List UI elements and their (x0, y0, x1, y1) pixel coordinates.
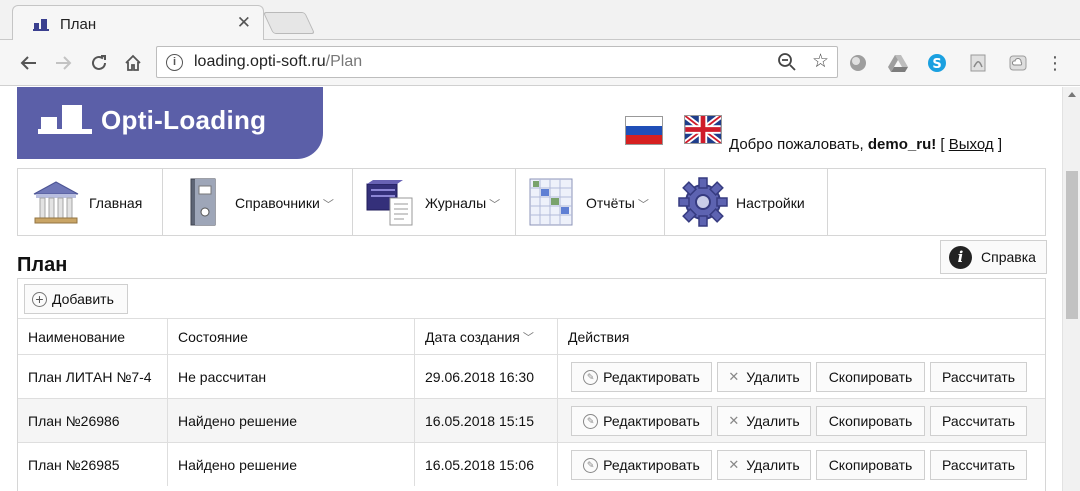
pencil-circle-icon: ✎ (583, 457, 599, 473)
help-button[interactable]: i Справка (940, 240, 1047, 274)
sort-chevron-down-icon: ﹀ (522, 331, 534, 344)
chevron-down-icon: ﹀ (322, 199, 334, 211)
browser-toolbar: i loading.opti-soft.ru/Plan ☆ S ⋮ (0, 40, 1080, 86)
scrollbar-thumb[interactable] (1066, 171, 1078, 319)
column-header-created[interactable]: Дата создания ﹀ (415, 319, 558, 354)
bank-icon (33, 181, 79, 224)
forward-arrow-icon[interactable] (50, 50, 76, 76)
svg-text:S: S (932, 57, 941, 72)
copy-button[interactable]: Скопировать (816, 362, 925, 392)
browser-menu-icon[interactable]: ⋮ (1042, 50, 1068, 76)
welcome-text: Добро пожаловать, demo_ru! [ Выход ] (729, 136, 1002, 153)
main-nav: Главная Справочники ﹀ Журналы ﹀ Отчёты ﹀… (17, 168, 1046, 236)
delete-button[interactable]: ✕ Удалить (717, 406, 811, 436)
plan-name: План ЛИТАН №7-4 (18, 355, 168, 398)
tab-title: План (60, 16, 97, 33)
zoom-icon[interactable] (777, 52, 797, 72)
site-info-icon[interactable]: i (166, 54, 183, 71)
new-tab-button[interactable] (262, 12, 316, 34)
binder-icon (190, 178, 216, 226)
close-icon: ✕ (728, 457, 740, 472)
site-logo[interactable]: Opti-Loading (17, 87, 323, 159)
pencil-circle-icon: ✎ (583, 413, 599, 429)
plan-status: Найдено решение (168, 443, 415, 486)
logo-bars-icon (38, 105, 92, 134)
column-header-status[interactable]: Состояние (168, 319, 415, 354)
close-icon: ✕ (728, 413, 740, 428)
google-drive-icon[interactable] (888, 53, 908, 73)
copy-button[interactable]: Скопировать (816, 406, 925, 436)
page-scrollbar[interactable] (1062, 87, 1080, 491)
calculate-button[interactable]: Рассчитать (930, 450, 1027, 480)
edit-button[interactable]: ✎ Редактировать (571, 406, 712, 436)
nav-label-journals: Журналы ﹀ (425, 195, 501, 211)
plan-name: План №26985 (18, 443, 168, 486)
browser-tab[interactable]: План ✕ (12, 5, 264, 41)
edit-button[interactable]: ✎ Редактировать (571, 362, 712, 392)
scroll-up-arrow-icon[interactable] (1068, 92, 1076, 97)
plan-created: 29.06.2018 16:30 (415, 355, 558, 398)
delete-button[interactable]: ✕ Удалить (717, 362, 811, 392)
back-arrow-icon[interactable] (16, 50, 42, 76)
browser-tabstrip: План ✕ (0, 0, 1080, 41)
nav-label-settings: Настройки (736, 195, 805, 211)
nav-label-reports: Отчёты ﹀ (586, 195, 649, 211)
skype-icon[interactable]: S (927, 53, 947, 73)
site-favicon-icon (33, 19, 49, 31)
gear-icon (678, 177, 728, 227)
calculate-button[interactable]: Рассчитать (930, 362, 1027, 392)
plans-panel: + Добавить Наименование Состояние Дата с… (17, 278, 1046, 491)
table-row[interactable]: План ЛИТАН №7-4 Не рассчитан 29.06.2018 … (18, 354, 1045, 398)
column-header-name[interactable]: Наименование (18, 319, 168, 354)
calculate-button[interactable]: Рассчитать (930, 406, 1027, 436)
plan-status: Не рассчитан (168, 355, 415, 398)
plan-created: 16.05.2018 15:06 (415, 443, 558, 486)
page-title: План (17, 254, 68, 276)
nav-item-references[interactable]: Справочники ﹀ (163, 169, 353, 235)
address-bar[interactable]: i loading.opti-soft.ru/Plan ☆ (156, 46, 838, 78)
logo-text: Opti-Loading (101, 105, 267, 135)
table-row[interactable]: План №26985 Найдено решение 16.05.2018 1… (18, 442, 1045, 486)
table-row[interactable]: План №26986 Найдено решение 16.05.2018 1… (18, 398, 1045, 442)
delete-button[interactable]: ✕ Удалить (717, 450, 811, 480)
plan-created: 16.05.2018 15:15 (415, 399, 558, 442)
add-button-label: Добавить (52, 291, 114, 307)
nav-item-reports[interactable]: Отчёты ﹀ (516, 169, 665, 235)
add-button[interactable]: + Добавить (24, 284, 128, 314)
chevron-down-icon: ﹀ (637, 199, 649, 211)
extension-circle-icon[interactable] (848, 53, 868, 73)
nav-item-journals[interactable]: Журналы ﹀ (353, 169, 516, 235)
nav-item-home[interactable]: Главная (18, 169, 163, 235)
edit-button[interactable]: ✎ Редактировать (571, 450, 712, 480)
page-viewport: Opti-Loading Добро пожаловать, demo_ru! … (0, 87, 1062, 491)
nav-item-settings[interactable]: Настройки (665, 169, 828, 235)
pencil-circle-icon: ✎ (583, 369, 599, 385)
close-icon: ✕ (728, 369, 740, 384)
cloud-extension-icon[interactable] (1008, 53, 1028, 73)
reload-icon[interactable] (86, 50, 112, 76)
column-header-actions: Действия (568, 328, 630, 345)
table-header: Наименование Состояние Дата создания ﹀ Де… (18, 318, 1045, 354)
report-icon (529, 178, 573, 226)
pdf-extension-icon[interactable] (968, 53, 988, 73)
close-tab-icon[interactable]: ✕ (237, 13, 251, 33)
plans-table: Наименование Состояние Дата создания ﹀ Де… (18, 318, 1045, 486)
url-text: loading.opti-soft.ru/Plan (194, 53, 363, 70)
help-button-label: Справка (981, 249, 1036, 265)
logout-link[interactable]: Выход (949, 136, 994, 153)
info-icon: i (949, 246, 972, 269)
english-flag-icon[interactable] (684, 115, 722, 144)
journal-icon (366, 180, 413, 226)
nav-label-references: Справочники ﹀ (235, 195, 334, 211)
bookmark-star-icon[interactable]: ☆ (812, 50, 829, 73)
nav-label-home: Главная (89, 195, 143, 211)
plus-circle-icon: + (32, 292, 47, 307)
plan-status: Найдено решение (168, 399, 415, 442)
plan-name: План №26986 (18, 399, 168, 442)
username: demo_ru! (867, 136, 937, 153)
copy-button[interactable]: Скопировать (816, 450, 925, 480)
russian-flag-icon[interactable] (625, 116, 663, 145)
chevron-down-icon: ﹀ (489, 199, 501, 211)
home-icon[interactable] (120, 50, 146, 76)
